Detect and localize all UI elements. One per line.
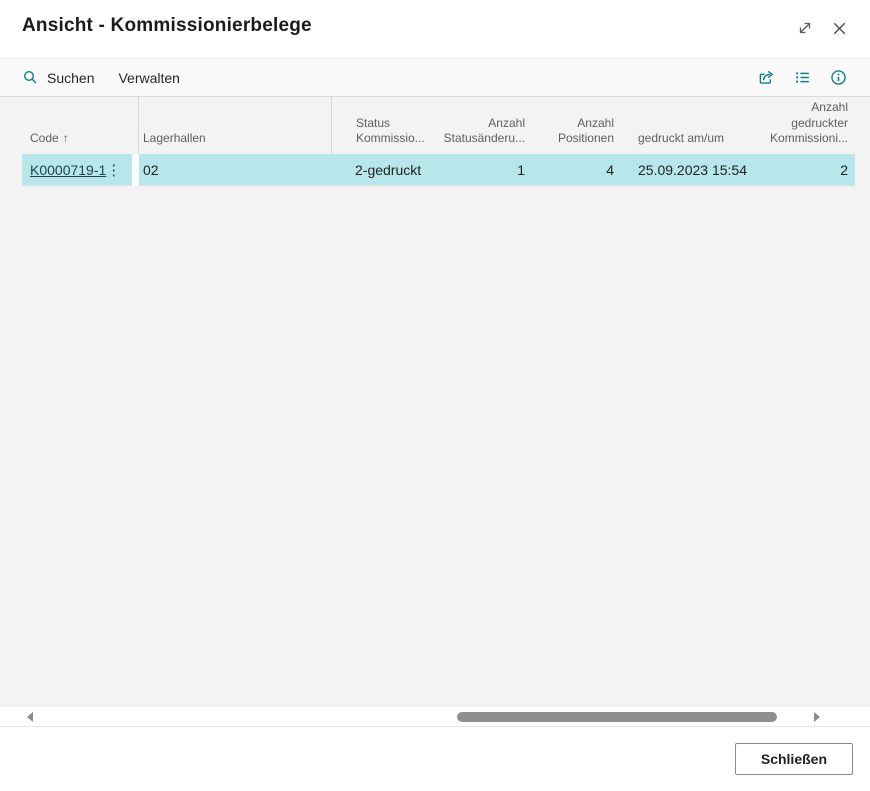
close-button[interactable] (829, 18, 849, 38)
list-view-button[interactable] (792, 68, 812, 88)
expand-button[interactable] (795, 18, 815, 38)
column-header-positionen[interactable]: Anzahl Positionen (535, 97, 620, 154)
column-header-gedruckt-am[interactable]: gedruckt am/um (620, 97, 790, 154)
manage-action[interactable]: Verwalten (118, 70, 179, 86)
column-header-gedruckter[interactable]: Anzahl gedruckter Kommissioni... (790, 97, 855, 154)
search-action[interactable]: Suchen (22, 69, 94, 86)
horizontal-scrollbar[interactable] (0, 707, 870, 727)
page-title: Ansicht - Kommissionierbelege (22, 15, 312, 37)
column-header-lagerhallen[interactable]: Lagerhallen (139, 97, 331, 154)
share-button[interactable] (756, 68, 776, 88)
records-grid: Code ↑ Lagerhallen Status Kommissio... A… (22, 97, 855, 186)
cell-statusaenderungen: 1 (432, 162, 535, 178)
table-area: Code ↑ Lagerhallen Status Kommissio... A… (0, 97, 870, 707)
table-row[interactable]: K0000719-1 ⋮ 02 2-gedruckt 1 4 25.09.202… (22, 154, 855, 186)
manage-action-label: Verwalten (118, 70, 179, 86)
freeze-pane-gap (132, 154, 139, 186)
row-menu-icon[interactable]: ⋮ (106, 163, 121, 178)
info-icon (829, 68, 848, 87)
freeze-pane-divider (132, 97, 139, 154)
cell-lagerhallen: 02 (139, 162, 331, 178)
action-bar: Suchen Verwalten (0, 58, 870, 97)
column-header-statusaenderungen[interactable]: Anzahl Statusänderu... (432, 97, 535, 154)
cell-gedruckter: 2 (790, 162, 855, 178)
cell-gedruckt-am: 25.09.2023 15:54 (620, 162, 790, 178)
dialog-footer: Schließen (0, 727, 870, 791)
cell-code: K0000719-1 ⋮ (22, 162, 132, 178)
scrollbar-thumb[interactable] (457, 712, 777, 722)
close-dialog-button[interactable]: Schließen (735, 743, 853, 775)
info-button[interactable] (828, 68, 848, 88)
dialog-titlebar: Ansicht - Kommissionierbelege (0, 0, 870, 58)
sort-ascending-icon: ↑ (63, 131, 69, 147)
close-icon (830, 19, 849, 38)
cell-status: 2-gedruckt (331, 162, 432, 178)
cell-positionen: 4 (535, 162, 620, 178)
table-header-row: Code ↑ Lagerhallen Status Kommissio... A… (22, 97, 855, 154)
search-icon (22, 69, 39, 86)
scroll-right-icon[interactable] (814, 712, 820, 722)
search-action-label: Suchen (47, 70, 94, 86)
share-icon (757, 68, 776, 87)
scroll-left-icon[interactable] (27, 712, 33, 722)
record-link[interactable]: K0000719-1 (30, 162, 106, 178)
column-header-code[interactable]: Code ↑ (22, 97, 132, 154)
expand-icon (796, 19, 814, 37)
column-header-status[interactable]: Status Kommissio... (331, 97, 432, 154)
list-icon (793, 68, 812, 87)
